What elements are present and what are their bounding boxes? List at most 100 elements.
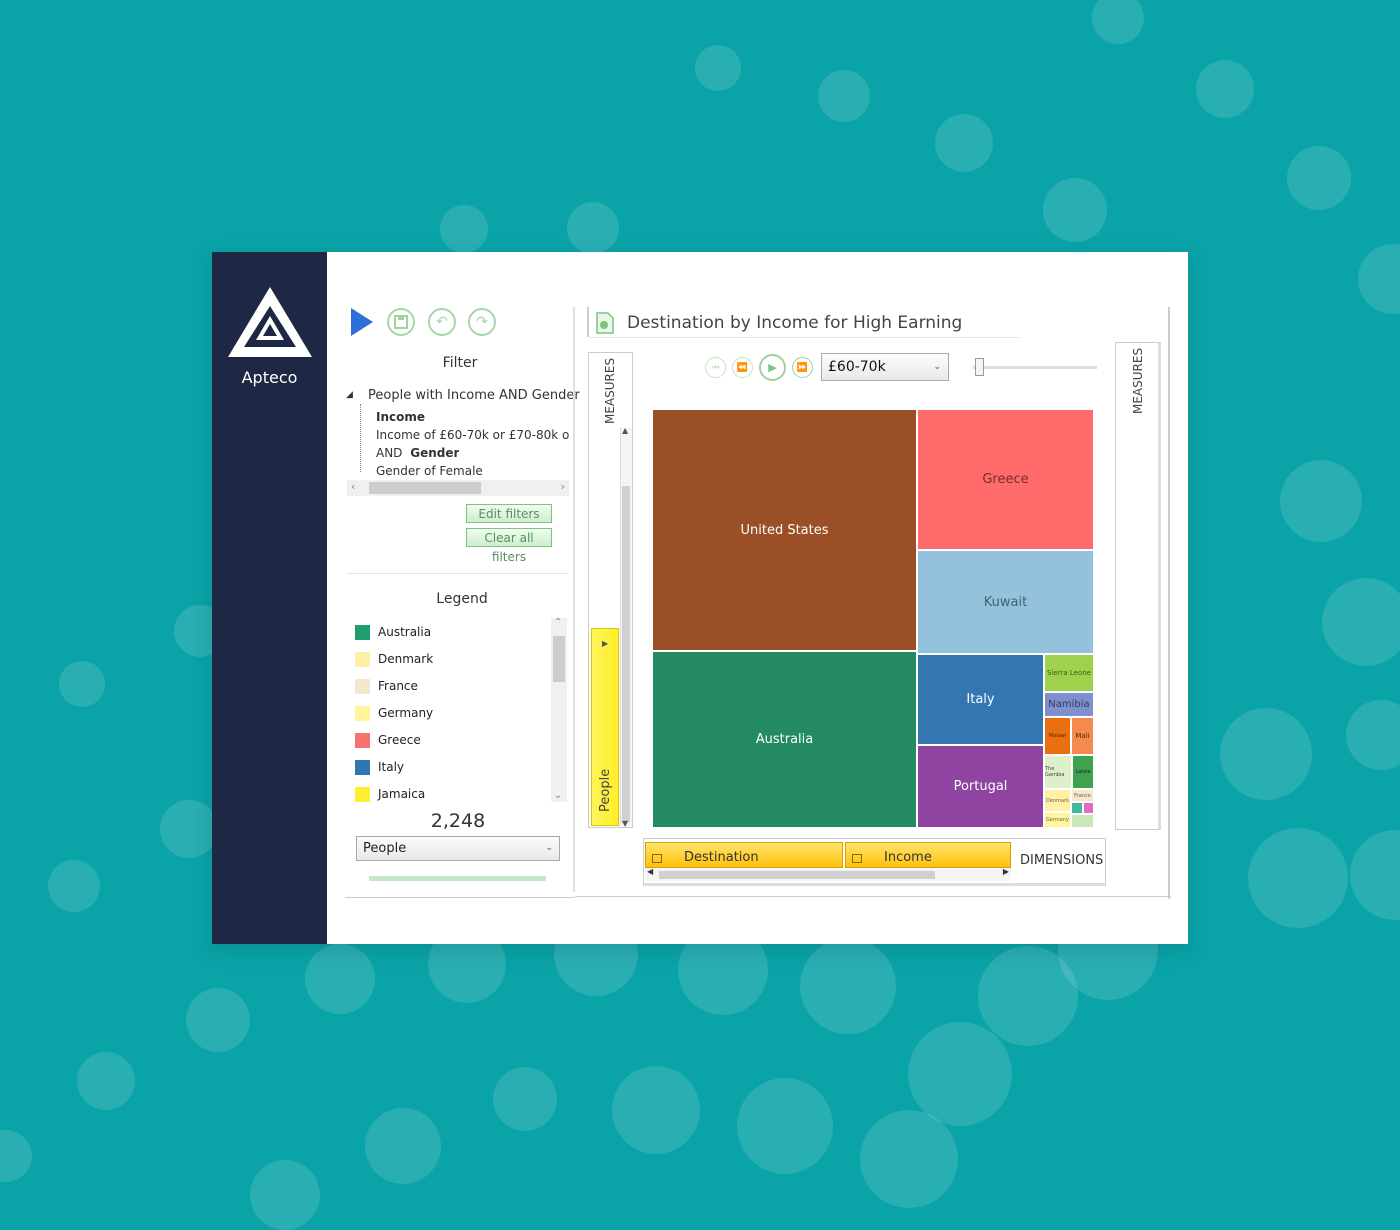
playback-controls: ⏮ ⏪ ▶ ⏩	[703, 352, 817, 382]
legend-swatch	[355, 678, 370, 694]
previous-frame-button[interactable]: ⏪	[732, 357, 753, 378]
treemap-cell-label: United States	[740, 522, 829, 538]
treemap-cell[interactable]: Italy	[918, 655, 1045, 746]
treemap-cell-label: Italy	[966, 692, 995, 707]
background-bubble	[737, 1078, 833, 1174]
treemap-cell-label: Denmark	[1046, 797, 1069, 804]
treemap-cell-label: Malawi	[1048, 733, 1067, 739]
treemap-chart: United States Australia Greece Kuwait It…	[653, 410, 1095, 829]
count-selector[interactable]: People ⌄	[356, 836, 560, 861]
chevron-down-icon: ⌄	[545, 843, 553, 853]
background-bubble	[1346, 700, 1400, 770]
frame-slider-track[interactable]	[973, 366, 1097, 369]
scroll-up-icon[interactable]: ▲	[622, 426, 628, 435]
left-panel-bottom-border	[345, 897, 575, 898]
chart-left-border	[587, 307, 589, 337]
apteco-logo-icon	[228, 287, 312, 357]
chart-document-icon	[596, 312, 614, 334]
brand-name: Apteco	[241, 368, 298, 387]
legend-vscrollbar[interactable]: ⌃ ⌄	[551, 617, 567, 802]
chart-bottom-border	[575, 896, 1171, 897]
legend-swatch	[355, 705, 370, 721]
legend-item: Denmark	[355, 649, 433, 669]
background-bubble	[567, 202, 619, 254]
frame-slider-thumb[interactable]	[975, 358, 984, 376]
treemap-cell-label: Greece	[982, 472, 1029, 487]
legend-swatch	[355, 624, 370, 640]
main-area: ↶ ↷ Filter ◢ People with Income AND Gend…	[327, 252, 1188, 944]
chart-title: Destination by Income for High Earning	[627, 313, 963, 333]
measures-label-right: MEASURES	[1131, 347, 1145, 414]
treemap-cell[interactable]: Latvia	[1073, 756, 1095, 790]
background-bubble	[1043, 178, 1107, 242]
expand-arrow-icon[interactable]: ▶	[602, 639, 608, 648]
treemap-cell-label: Mali	[1075, 732, 1090, 740]
legend-label: Denmark	[378, 652, 434, 666]
measures-vscrollbar[interactable]: ▲ ▼	[620, 426, 632, 828]
legend-vscroll-thumb[interactable]	[553, 636, 565, 682]
background-bubble	[695, 45, 741, 91]
treemap-cell[interactable]: Malawi	[1045, 718, 1072, 756]
background-bubble	[818, 70, 870, 122]
destination-dimension[interactable]: Destination	[645, 842, 843, 868]
treemap-cell[interactable]: United States	[653, 410, 918, 652]
dimensions-label: DIMENSIONS	[1020, 853, 1104, 868]
background-bubble	[440, 205, 488, 253]
background-bubble	[160, 800, 218, 858]
treemap-cell[interactable]: Sierra Leone	[1045, 655, 1095, 693]
treemap-cell-label: France	[1074, 792, 1091, 799]
treemap-cell-label: Germany	[1046, 817, 1069, 823]
treemap-cell[interactable]: Kuwait	[918, 551, 1095, 655]
count-selector-value: People	[363, 841, 407, 856]
treemap-cell[interactable]: The Gambia	[1045, 756, 1073, 790]
treemap-cell[interactable]: Germany	[1045, 813, 1072, 829]
legend-swatch	[355, 732, 370, 748]
dimensions-hscroll-thumb[interactable]	[659, 871, 935, 879]
people-measure-label: People	[598, 768, 613, 812]
dimensions-hscrollbar[interactable]: ◀ ▶	[645, 867, 1011, 881]
income-dimension[interactable]: Income	[845, 842, 1011, 868]
treemap-cell[interactable]: Portugal	[918, 746, 1045, 829]
background-bubble	[1322, 578, 1400, 666]
legend-item: Australia	[355, 622, 431, 642]
treemap-cell[interactable]: Namibia	[1045, 693, 1095, 718]
progress-bar	[369, 876, 546, 881]
background-bubble	[493, 1067, 557, 1131]
chevron-down-icon: ⌄	[933, 362, 941, 372]
treemap-cell[interactable]: France	[1072, 790, 1095, 803]
treemap-cell[interactable]: Australia	[653, 652, 918, 829]
legend-item: Italy	[355, 757, 404, 777]
treemap-cell[interactable]: Denmark	[1045, 790, 1072, 813]
background-bubble	[908, 1022, 1012, 1126]
background-bubble	[365, 1108, 441, 1184]
measures-vscroll-thumb[interactable]	[622, 486, 630, 822]
scroll-right-icon[interactable]: ▶	[1003, 867, 1009, 876]
play-button[interactable]: ▶	[759, 354, 786, 381]
background-bubble	[305, 944, 375, 1014]
background-bubble	[59, 661, 105, 707]
background-bubble	[186, 988, 250, 1052]
scroll-down-icon[interactable]: ⌄	[554, 790, 562, 801]
legend-label: France	[378, 679, 418, 693]
treemap-cell[interactable]: Mali	[1072, 718, 1095, 756]
measures-strip-right	[1115, 342, 1161, 830]
scroll-down-icon[interactable]: ▼	[622, 819, 628, 828]
income-select[interactable]: £60-70k ⌄	[821, 353, 949, 381]
background-bubble	[612, 1066, 700, 1154]
treemap-cell[interactable]: Greece	[918, 410, 1095, 551]
background-bubble	[860, 1110, 958, 1208]
treemap-cell-label: The Gambia	[1045, 766, 1065, 778]
treemap-cell	[1084, 803, 1095, 815]
legend-item: Germany	[355, 703, 433, 723]
checkbox-icon	[652, 854, 662, 863]
background-bubble	[1287, 146, 1351, 210]
next-frame-button[interactable]: ⏩	[792, 357, 813, 378]
scroll-up-icon[interactable]: ⌃	[554, 617, 562, 628]
legend-item: Jamaica	[355, 784, 425, 804]
chart-right-border	[1168, 307, 1170, 899]
first-frame-button[interactable]: ⏮	[705, 357, 726, 378]
scroll-left-icon[interactable]: ◀	[647, 867, 653, 876]
panel-splitter[interactable]	[573, 307, 575, 892]
chart-header-underline	[589, 337, 1019, 338]
measures-label-left: MEASURES	[603, 357, 617, 424]
